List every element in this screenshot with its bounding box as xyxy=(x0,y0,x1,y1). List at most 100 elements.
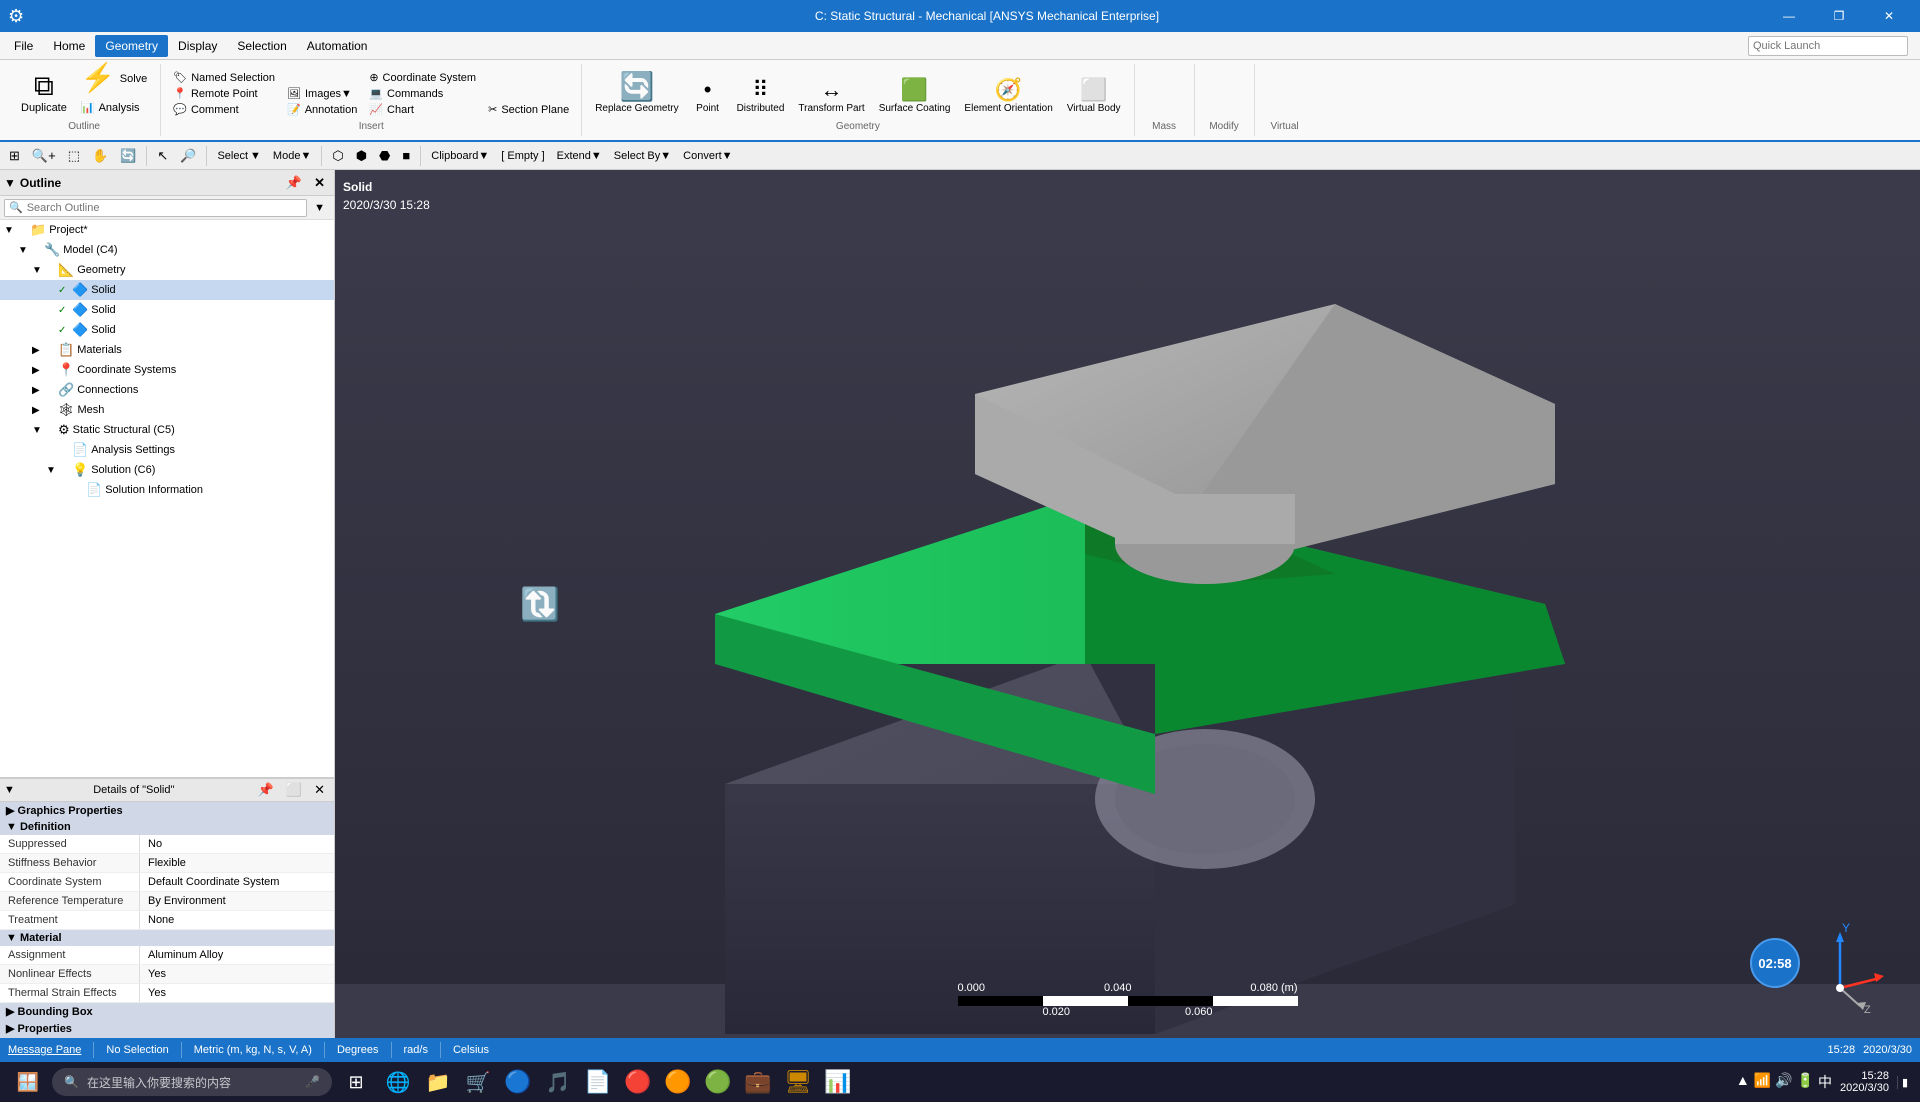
tree-item[interactable]: ✓🔷Solid xyxy=(0,280,334,300)
details-value[interactable]: No xyxy=(140,835,334,853)
analysis-button[interactable]: 📊 Analysis xyxy=(76,98,152,117)
restore-button[interactable]: ❐ xyxy=(1816,2,1862,30)
taskbar-edge[interactable]: 🌐 xyxy=(380,1064,416,1100)
taskbar-mic-icon[interactable]: 🎤 xyxy=(305,1075,320,1089)
element-orientation-button[interactable]: 🧭 Element Orientation xyxy=(959,76,1057,117)
distributed-button[interactable]: ⠿ Distributed xyxy=(732,76,790,117)
details-value[interactable]: None xyxy=(140,911,334,929)
taskbar-app12[interactable]: 📊 xyxy=(820,1064,856,1100)
commands-button[interactable]: 💻 Commands xyxy=(365,86,480,101)
taskbar-edge2[interactable]: 🔵 xyxy=(500,1064,536,1100)
tree-item[interactable]: ▼📐Geometry xyxy=(0,260,334,280)
solve-button[interactable]: ⚡ Solve xyxy=(76,61,152,97)
scene-viewport[interactable] xyxy=(335,170,1920,1038)
select-dropdown[interactable]: Select ▼ xyxy=(212,148,265,164)
taskbar-clock[interactable]: 15:28 2020/3/30 xyxy=(1840,1070,1889,1094)
virtual-body-button[interactable]: ⬜ Virtual Body xyxy=(1062,76,1126,117)
details-value[interactable]: Flexible xyxy=(140,854,334,872)
tree-item[interactable]: ▶🔗Connections xyxy=(0,380,334,400)
taskbar-app5[interactable]: 🎵 xyxy=(540,1064,576,1100)
tree-item[interactable]: ▼💡Solution (C6) xyxy=(0,460,334,480)
taskbar-store[interactable]: 🛒 xyxy=(460,1064,496,1100)
clipboard-dropdown[interactable]: Clipboard▼ xyxy=(426,148,494,164)
tree-item[interactable]: ✓🔷Solid xyxy=(0,300,334,320)
menu-display[interactable]: Display xyxy=(168,35,227,57)
taskbar-explorer[interactable]: 📁 xyxy=(420,1064,456,1100)
mode-dropdown[interactable]: Mode▼ xyxy=(268,148,316,164)
surface-coating-button[interactable]: 🟩 Surface Coating xyxy=(874,76,956,117)
coordinate-system-button[interactable]: ⊕ Coordinate System xyxy=(365,70,480,85)
details-max-button[interactable]: ⬜ xyxy=(281,779,307,801)
zoom-box-button[interactable]: ⬚ xyxy=(63,145,85,167)
details-value[interactable]: By Environment xyxy=(140,892,334,910)
message-pane-label[interactable]: Message Pane xyxy=(8,1044,81,1056)
details-section-graphics-properties[interactable]: ▶ Graphics Properties xyxy=(0,802,334,819)
window-controls[interactable]: — ❐ ✕ xyxy=(1766,2,1912,30)
show-desktop-button[interactable]: ▮ xyxy=(1897,1076,1912,1089)
viewport[interactable]: Solid 2020/3/30 15:28 xyxy=(335,170,1920,1038)
taskbar-app9[interactable]: 🟢 xyxy=(700,1064,736,1100)
transform-part-button[interactable]: ↔ Transform Part xyxy=(793,76,869,117)
show-body-button[interactable]: ■ xyxy=(397,145,415,167)
details-value[interactable]: Yes xyxy=(140,965,334,983)
annotation-button[interactable]: 📝 Annotation xyxy=(283,102,361,117)
zoom-extent-button[interactable]: ⊞ xyxy=(4,145,25,167)
convert-dropdown[interactable]: Convert▼ xyxy=(678,148,737,164)
details-close-button[interactable]: ✕ xyxy=(309,779,330,801)
details-section-bounding-box[interactable]: ▶ Bounding Box xyxy=(0,1003,334,1020)
taskbar-app10[interactable]: 💼 xyxy=(740,1064,776,1100)
tree-expand-toggle[interactable]: ▼ xyxy=(32,425,44,436)
start-button[interactable]: 🪟 xyxy=(8,1064,48,1100)
menu-home[interactable]: Home xyxy=(43,35,95,57)
tree-expand-toggle[interactable]: ▼ xyxy=(46,465,58,476)
named-selection-button[interactable]: 🏷 Named Selection xyxy=(169,70,279,85)
chart-button[interactable]: 📈 Chart xyxy=(365,102,480,117)
menu-selection[interactable]: Selection xyxy=(227,35,296,57)
menu-file[interactable]: File xyxy=(4,35,43,57)
tree-expand-toggle[interactable]: ▶ xyxy=(32,345,44,356)
tree-item[interactable]: ▼🔧Model (C4) xyxy=(0,240,334,260)
tree-item[interactable]: ▼📁Project* xyxy=(0,220,334,240)
taskbar-app6[interactable]: 📄 xyxy=(580,1064,616,1100)
zoom-in-button[interactable]: 🔍+ xyxy=(27,145,61,167)
tree-item[interactable]: 📄Solution Information xyxy=(0,480,334,500)
tree-expand-toggle[interactable]: ▶ xyxy=(32,405,44,416)
details-section-statistics[interactable]: ▶ Statistics xyxy=(0,1037,334,1038)
section-plane-button[interactable]: ✂ Section Plane xyxy=(484,102,573,117)
details-section-definition[interactable]: ▼ Definition xyxy=(0,819,334,835)
tree-item[interactable]: ✓🔷Solid xyxy=(0,320,334,340)
outline-filter-button[interactable]: ▼ xyxy=(309,197,330,219)
details-section-material[interactable]: ▼ Material xyxy=(0,930,334,946)
close-button[interactable]: ✕ xyxy=(1866,2,1912,30)
tree-expand-toggle[interactable]: ▼ xyxy=(32,265,44,276)
point-button[interactable]: • Point xyxy=(688,76,728,117)
pan-button[interactable]: ✋ xyxy=(87,145,113,167)
details-value[interactable]: Default Coordinate System xyxy=(140,873,334,891)
select-by-dropdown[interactable]: Select By▼ xyxy=(609,148,676,164)
outline-search-input[interactable] xyxy=(27,202,302,214)
extend-dropdown[interactable]: Extend▼ xyxy=(552,148,607,164)
details-value[interactable]: Yes xyxy=(140,984,334,1002)
menu-geometry[interactable]: Geometry xyxy=(95,35,168,57)
tray-network-icon[interactable]: 📶 xyxy=(1754,1072,1771,1092)
taskbar-app11[interactable]: 🖥 xyxy=(780,1064,816,1100)
tree-expand-toggle[interactable]: ▶ xyxy=(32,365,44,376)
menu-automation[interactable]: Automation xyxy=(297,35,378,57)
taskbar-search[interactable]: 🔍 在这里输入你要搜索的内容 🎤 xyxy=(52,1068,332,1096)
details-section-properties[interactable]: ▶ Properties xyxy=(0,1020,334,1037)
tree-item[interactable]: ▼⚙Static Structural (C5) xyxy=(0,420,334,440)
tree-item[interactable]: ▶📍Coordinate Systems xyxy=(0,360,334,380)
images-button[interactable]: 🖼 Images▼ xyxy=(283,86,361,101)
tray-up-arrow[interactable]: ▲ xyxy=(1736,1072,1750,1092)
replace-geometry-button[interactable]: 🔄 Replace Geometry xyxy=(590,70,683,117)
tray-volume-icon[interactable]: 🔊 xyxy=(1775,1072,1792,1092)
taskbar-app7[interactable]: 🔴 xyxy=(620,1064,656,1100)
tree-item[interactable]: 📄Analysis Settings xyxy=(0,440,334,460)
minimize-button[interactable]: — xyxy=(1766,2,1812,30)
details-pin-button[interactable]: 📌 xyxy=(253,779,279,801)
show-edges-button[interactable]: ⬢ xyxy=(351,145,372,167)
cursor-button[interactable]: ↖ xyxy=(152,145,173,167)
taskview-button[interactable]: ⊞ xyxy=(336,1064,376,1100)
tree-expand-toggle[interactable]: ▼ xyxy=(4,225,16,236)
tree-expand-toggle[interactable]: ▼ xyxy=(18,245,30,256)
